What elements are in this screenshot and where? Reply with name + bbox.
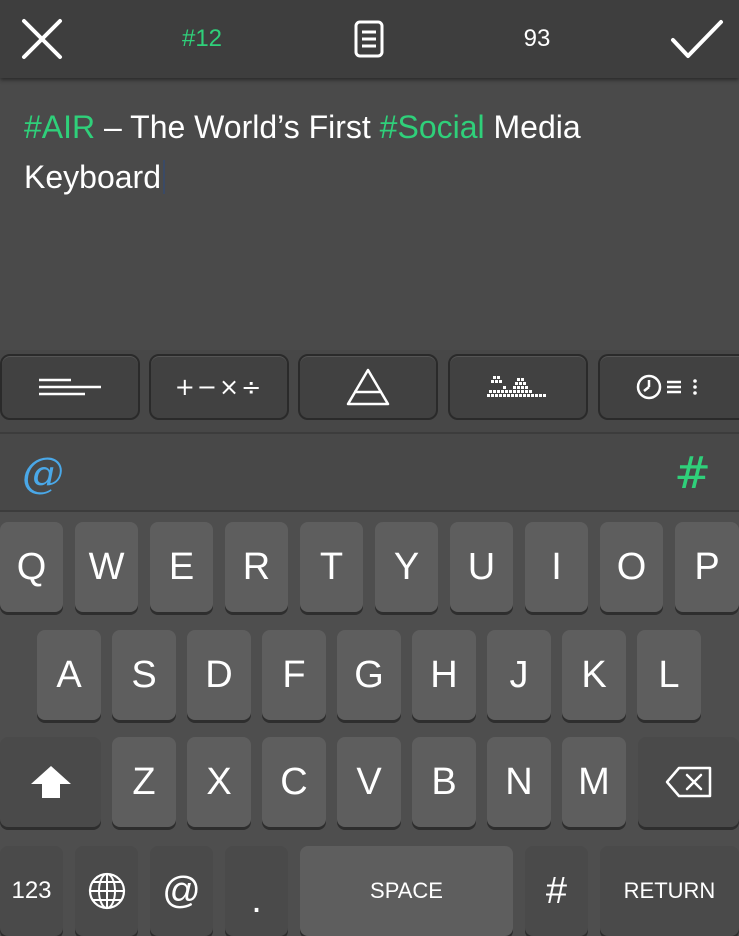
document-button[interactable] — [344, 0, 394, 78]
key-q[interactable]: Q — [0, 522, 63, 612]
editor-text-segment: – The World’s First — [95, 109, 380, 145]
shift-icon — [30, 766, 71, 798]
done-button[interactable] — [664, 0, 730, 78]
key-i[interactable]: I — [525, 522, 588, 612]
close-icon — [22, 19, 62, 59]
hashtag-air: #AIR — [24, 109, 96, 145]
suggestion-bar: @ # — [0, 432, 739, 512]
top-bar: #12 93 — [0, 0, 739, 78]
text-align-icon — [39, 378, 101, 396]
key-z[interactable]: Z — [112, 737, 176, 827]
shift-key[interactable] — [0, 737, 101, 827]
clock-list-tool[interactable] — [598, 354, 739, 420]
at-key[interactable]: @ — [150, 846, 213, 936]
globe-icon — [88, 872, 125, 910]
key-u[interactable]: U — [450, 522, 513, 612]
pixel-art-tool[interactable] — [448, 354, 588, 420]
text-editor[interactable]: #AIR – The World’s First #Social Media K… — [0, 78, 739, 350]
key-e[interactable]: E — [150, 522, 213, 612]
alchemy-triangle-icon — [346, 368, 390, 406]
character-count: 93 — [523, 25, 551, 52]
hashtag-count[interactable]: #12 — [150, 0, 254, 78]
symbol-tool[interactable] — [298, 354, 438, 420]
key-h[interactable]: H — [412, 630, 476, 720]
key-g[interactable]: G — [337, 630, 401, 720]
checkmark-icon — [671, 20, 723, 58]
key-l[interactable]: L — [637, 630, 701, 720]
space-key[interactable]: SPACE — [300, 846, 513, 936]
math-symbols-tool[interactable]: +−×÷ — [149, 354, 289, 420]
hashtag-social: #Social — [379, 109, 485, 145]
delete-key[interactable] — [638, 737, 739, 827]
key-j[interactable]: J — [487, 630, 551, 720]
text-caret — [162, 160, 165, 194]
key-s[interactable]: S — [112, 630, 176, 720]
key-o[interactable]: O — [600, 522, 663, 612]
hash-key[interactable]: # — [525, 846, 588, 936]
key-k[interactable]: K — [562, 630, 626, 720]
key-x[interactable]: X — [187, 737, 251, 827]
key-b[interactable]: B — [412, 737, 476, 827]
text-format-tool[interactable] — [0, 354, 140, 420]
backspace-icon — [665, 766, 711, 798]
mention-button[interactable]: @ — [22, 448, 64, 497]
hashtag-button[interactable]: # — [674, 448, 711, 499]
math-symbols-icon: +−×÷ — [174, 373, 264, 401]
numbers-key[interactable]: 123 — [0, 846, 63, 936]
key-t[interactable]: T — [300, 522, 363, 612]
clock-list-icon — [636, 374, 697, 400]
key-c[interactable]: C — [262, 737, 326, 827]
keyboard: Q W E R T Y U I O P A S D F G H J K L Z … — [0, 512, 739, 936]
pixel-art-icon — [487, 376, 546, 397]
globe-key[interactable] — [75, 846, 138, 936]
period-key[interactable]: . — [225, 846, 288, 936]
key-r[interactable]: R — [225, 522, 288, 612]
key-d[interactable]: D — [187, 630, 251, 720]
key-w[interactable]: W — [75, 522, 138, 612]
key-y[interactable]: Y — [375, 522, 438, 612]
key-n[interactable]: N — [487, 737, 551, 827]
key-v[interactable]: V — [337, 737, 401, 827]
tool-row: +−×÷ — [0, 350, 739, 432]
close-button[interactable] — [14, 0, 70, 78]
key-p[interactable]: P — [675, 522, 739, 612]
key-f[interactable]: F — [262, 630, 326, 720]
document-icon — [354, 20, 384, 58]
key-m[interactable]: M — [562, 737, 626, 827]
return-key[interactable]: RETURN — [600, 846, 739, 936]
editor-content[interactable]: #AIR – The World’s First #Social Media K… — [24, 102, 714, 202]
key-a[interactable]: A — [37, 630, 101, 720]
